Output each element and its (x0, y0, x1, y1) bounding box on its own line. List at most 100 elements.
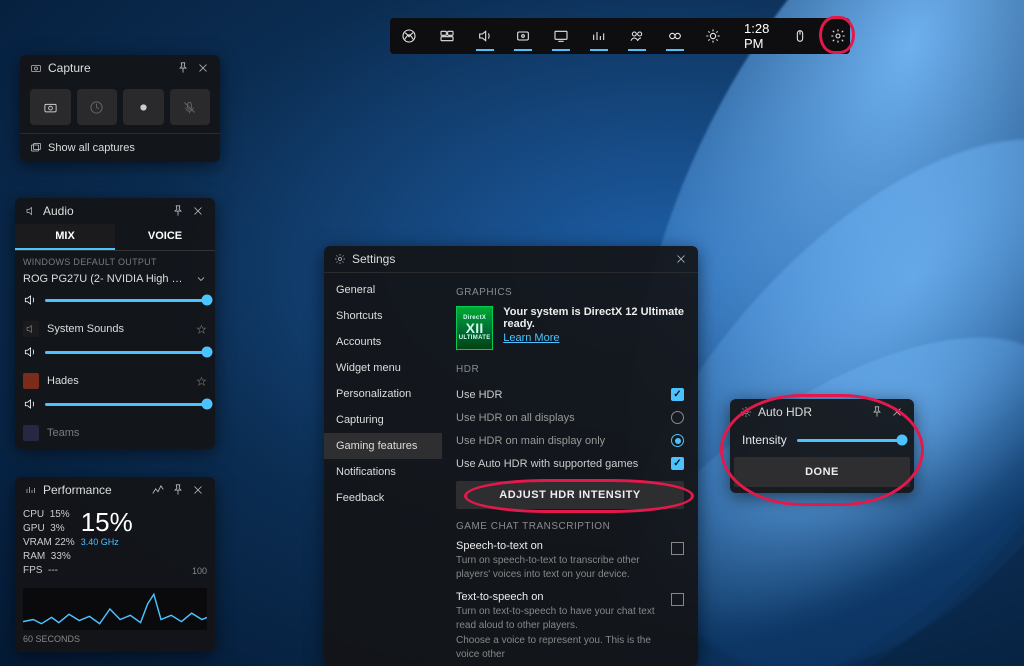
close-icon[interactable] (196, 61, 210, 75)
resources-icon[interactable] (656, 18, 694, 54)
speaker-icon (23, 345, 37, 359)
close-icon[interactable] (890, 405, 904, 419)
nav-notifications[interactable]: Notifications (324, 459, 442, 485)
teams-icon (23, 425, 39, 441)
use-hdr-checkbox[interactable] (671, 388, 684, 401)
settings-content[interactable]: GRAPHICS DirectX XII ULTIMATE Your syste… (442, 273, 698, 666)
nav-shortcuts[interactable]: Shortcuts (324, 303, 442, 329)
cpu-frequency: 3.40 GHz (81, 537, 119, 547)
pin-icon[interactable] (171, 204, 185, 218)
hades-icon (23, 373, 39, 389)
favorite-icon[interactable] (196, 324, 207, 335)
directx-badge: DirectX XII ULTIMATE (456, 306, 493, 350)
gear-icon (334, 253, 346, 265)
settings-title: Settings (352, 252, 395, 266)
master-volume-slider[interactable] (23, 291, 207, 311)
nav-accounts[interactable]: Accounts (324, 329, 442, 355)
cpu-percentage-big: 15% (81, 509, 133, 535)
mouse-icon[interactable] (781, 18, 819, 54)
record-button[interactable] (123, 89, 164, 125)
graphics-section-title: GRAPHICS (456, 287, 684, 298)
speaker-icon (25, 205, 37, 217)
graph-options-icon[interactable] (151, 483, 165, 497)
camera-icon (30, 62, 42, 74)
performance-title: Performance (43, 483, 112, 497)
app-volume-name: Teams (47, 427, 207, 439)
brightness-icon[interactable] (694, 18, 732, 54)
stats-column: CPU 15% GPU 3% VRAM 22% RAM 33% FPS --- (23, 509, 75, 576)
screenshot-button[interactable] (30, 89, 71, 125)
audio-title: Audio (43, 204, 74, 218)
nav-personalization[interactable]: Personalization (324, 381, 442, 407)
hdr-section-title: HDR (456, 364, 684, 375)
scale-max: 100 (192, 566, 207, 576)
pin-icon[interactable] (870, 405, 884, 419)
use-auto-hdr-checkbox[interactable] (671, 457, 684, 470)
learn-more-link[interactable]: Learn More (503, 332, 559, 344)
close-icon[interactable] (191, 483, 205, 497)
speaker-icon (23, 397, 37, 411)
auto-hdr-widget: Auto HDR Intensity DONE (730, 399, 914, 493)
xbox-game-bar: 1:28 PM (390, 18, 850, 54)
tts-desc: Turn on text-to-speech to have your chat… (456, 605, 684, 632)
app-volume-name: Hades (47, 375, 188, 387)
stt-label: Speech-to-text on (456, 540, 684, 552)
system-sounds-icon (23, 321, 39, 337)
brightness-icon (740, 406, 752, 418)
adjust-hdr-intensity-button[interactable]: ADJUST HDR INTENSITY (456, 481, 684, 509)
tts-desc2: Choose a voice to represent you. This is… (456, 634, 684, 661)
record-last-button[interactable] (77, 89, 118, 125)
tts-label: Text-to-speech on (456, 591, 684, 603)
use-hdr-label: Use HDR (456, 389, 502, 401)
app-volume-name: System Sounds (47, 323, 188, 335)
close-icon[interactable] (674, 252, 688, 266)
xbox-social-icon[interactable] (618, 18, 656, 54)
app-volume-slider[interactable] (23, 395, 207, 415)
capture-widget: Capture Show all captures (20, 55, 220, 162)
hdr-all-displays-radio[interactable] (671, 411, 684, 424)
audio-widget: Audio MIX VOICE WINDOWS DEFAULT OUTPUT R… (15, 198, 215, 449)
favorite-icon[interactable] (196, 376, 207, 387)
chat-section-title: GAME CHAT TRANSCRIPTION (456, 521, 684, 532)
stt-checkbox[interactable] (671, 542, 684, 555)
tab-mix[interactable]: MIX (15, 224, 115, 250)
nav-general[interactable]: General (324, 277, 442, 303)
performance-icon (25, 484, 37, 496)
hdr-all-displays-label: Use HDR on all displays (456, 412, 575, 424)
chevron-down-icon (195, 273, 207, 285)
pin-icon[interactable] (171, 483, 185, 497)
show-all-captures-link[interactable]: Show all captures (20, 133, 220, 162)
performance-widget: Performance CPU 15% GPU 3% VRAM 22% RAM … (15, 477, 215, 652)
audio-widget-icon[interactable] (466, 18, 504, 54)
tts-checkbox[interactable] (671, 593, 684, 606)
tab-voice[interactable]: VOICE (115, 224, 215, 250)
intensity-slider[interactable] (797, 439, 902, 442)
app-volume-slider[interactable] (23, 343, 207, 363)
speaker-icon (23, 293, 37, 307)
done-button[interactable]: DONE (734, 457, 910, 487)
nav-widget-menu[interactable]: Widget menu (324, 355, 442, 381)
settings-gear-icon[interactable] (819, 18, 857, 54)
app-volume-row: System Sounds (23, 321, 207, 337)
performance-widget-icon[interactable] (580, 18, 618, 54)
dx-ready-text: Your system is DirectX 12 Ultimate ready… (503, 306, 684, 330)
close-icon[interactable] (191, 204, 205, 218)
auto-hdr-title: Auto HDR (758, 405, 812, 419)
nav-feedback[interactable]: Feedback (324, 485, 442, 511)
capture-widget-icon[interactable] (504, 18, 542, 54)
output-device-select[interactable]: ROG PG27U (2- NVIDIA High Definition A… (23, 273, 207, 285)
nav-capturing[interactable]: Capturing (324, 407, 442, 433)
xbox-icon[interactable] (390, 18, 428, 54)
hdr-main-display-radio[interactable] (671, 434, 684, 447)
nav-gaming-features[interactable]: Gaming features (324, 433, 442, 459)
intensity-label: Intensity (742, 433, 787, 447)
clock: 1:28 PM (732, 21, 781, 51)
use-auto-hdr-label: Use Auto HDR with supported games (456, 458, 638, 470)
mic-button[interactable] (170, 89, 211, 125)
widgets-icon[interactable] (428, 18, 466, 54)
time-window-label: 60 SECONDS (15, 632, 215, 652)
display-icon[interactable] (542, 18, 580, 54)
default-output-label: WINDOWS DEFAULT OUTPUT (23, 257, 207, 267)
pin-icon[interactable] (176, 61, 190, 75)
app-volume-row: Hades (23, 373, 207, 389)
